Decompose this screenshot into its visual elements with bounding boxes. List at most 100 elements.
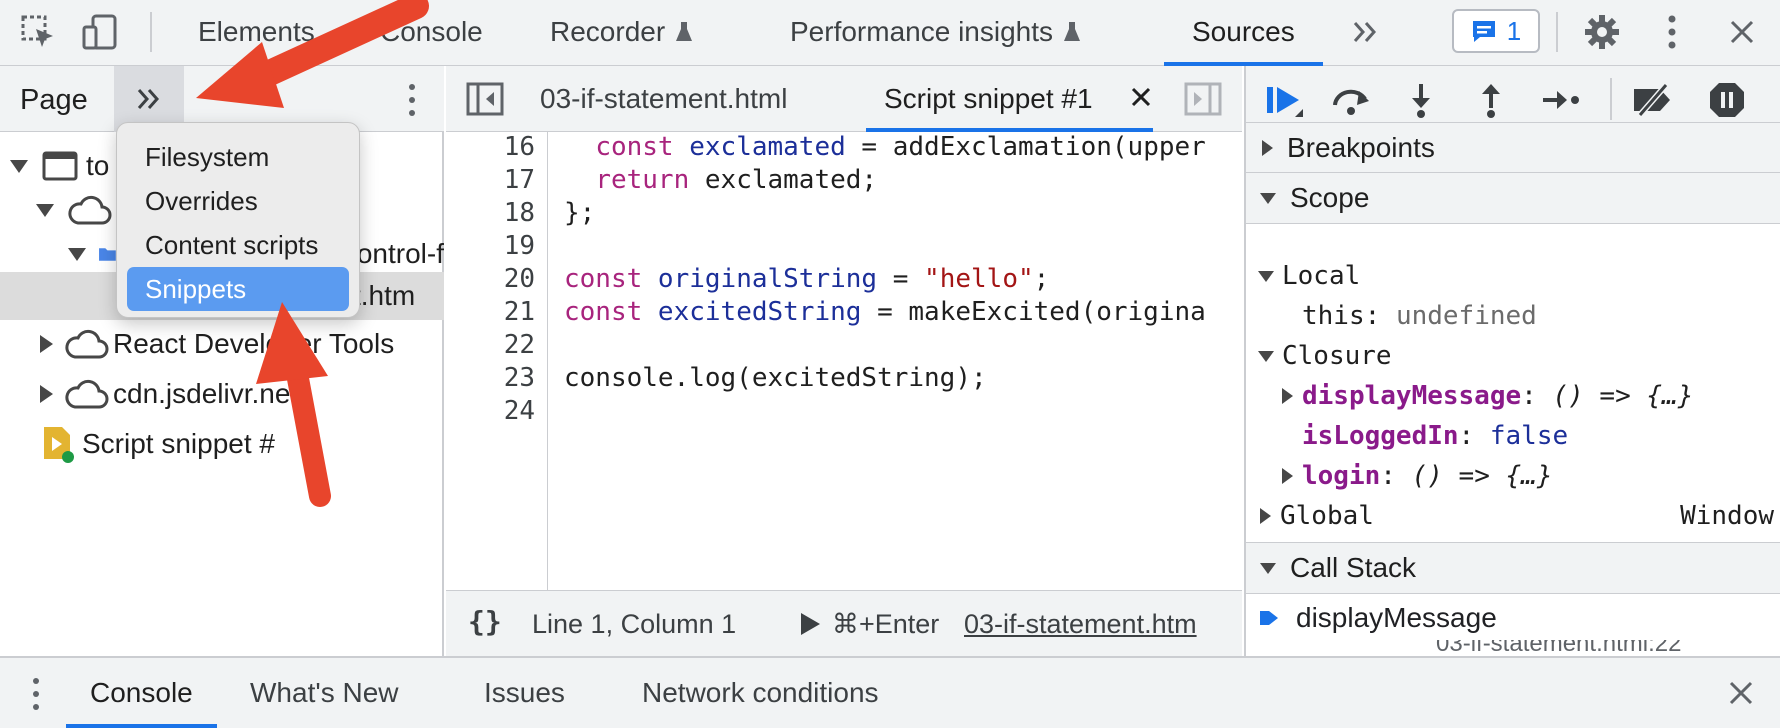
toolbar-separator: [150, 12, 152, 52]
drawer-tab-console[interactable]: Console: [66, 658, 217, 728]
snippet-file-icon: [44, 427, 74, 463]
scope-local[interactable]: Local: [1246, 256, 1780, 296]
debugger-sidebar: Breakpoints Scope Local this: undefined …: [1244, 66, 1780, 656]
inspect-element-icon[interactable]: [16, 12, 60, 52]
colon: :: [1521, 381, 1553, 411]
property-name: isLoggedIn: [1302, 421, 1459, 451]
code-line[interactable]: };: [564, 198, 595, 228]
menu-item-overrides[interactable]: Overrides: [117, 179, 359, 223]
code-token: return: [595, 165, 705, 195]
code-token: =: [877, 264, 925, 294]
settings-gear-icon[interactable]: [1580, 12, 1624, 52]
expand-triangle-icon: [1258, 350, 1274, 362]
closure-prop-login[interactable]: login: () => {…}: [1246, 456, 1780, 496]
tab-recorder-label: Recorder: [550, 16, 666, 47]
frame-name: displayMessage: [1296, 602, 1497, 633]
code-line[interactable]: const originalString = "hello";: [564, 264, 1049, 294]
scope-global[interactable]: Global Window: [1246, 496, 1780, 536]
navigator-kebab-icon[interactable]: [404, 80, 420, 120]
menu-item-snippets[interactable]: Snippets: [127, 267, 349, 311]
scope-label: Closure: [1282, 341, 1392, 371]
cursor-position: Line 1, Column 1: [532, 609, 737, 639]
deactivate-breakpoints-icon[interactable]: [1630, 78, 1676, 122]
tab-console[interactable]: Console: [380, 0, 483, 66]
property-name: login: [1302, 461, 1381, 491]
code-area[interactable]: const exclamated = addExclamation(upper …: [446, 66, 1242, 590]
collapsed-triangle-icon: [1282, 388, 1293, 404]
tree-row-script-snippet[interactable]: Script snippet #: [0, 420, 444, 468]
cloud-icon: [68, 195, 112, 225]
code-line[interactable]: return exclamated;: [564, 165, 877, 195]
property-value: () => {…}: [1552, 381, 1694, 411]
drawer-tab-network-conditions[interactable]: Network conditions: [642, 658, 879, 728]
cloud-icon: [65, 329, 109, 359]
code-line[interactable]: const excitedString = makeExcited(origin…: [564, 297, 1206, 327]
scope-this: this: undefined: [1246, 296, 1780, 336]
pretty-print-button[interactable]: {}: [468, 605, 502, 638]
tree-label: to: [86, 150, 110, 181]
expand-triangle-icon: [1260, 192, 1276, 204]
scope-pane-header[interactable]: Scope: [1246, 172, 1780, 224]
chevron-double-right-icon: [137, 89, 160, 109]
tree-label: ontrol-f: [356, 238, 444, 269]
step-into-icon[interactable]: [1398, 78, 1444, 122]
flask-icon: [676, 22, 693, 41]
drawer-tab-whats-new[interactable]: What's New: [250, 658, 399, 728]
property-name: displayMessage: [1302, 381, 1522, 411]
call-stack-pane-header[interactable]: Call Stack: [1246, 542, 1780, 594]
source-file-link[interactable]: 03-if-statement.htm: [964, 609, 1226, 640]
code-line[interactable]: const exclamated = addExclamation(upper: [564, 132, 1206, 162]
run-snippet-icon[interactable]: [798, 611, 822, 637]
tree-label: cdn.jsdelivr.net: [113, 378, 299, 409]
menu-item-content-scripts[interactable]: Content scripts: [117, 223, 359, 267]
navigator-overflow-menu: Filesystem Overrides Content scripts Sni…: [116, 122, 360, 318]
close-devtools-icon[interactable]: [1720, 12, 1764, 52]
code-editor-panel: 03-if-statement.html Script snippet #1 1…: [446, 66, 1242, 656]
drawer-menu-kebab-icon[interactable]: [30, 674, 42, 714]
issues-badge[interactable]: 1: [1452, 9, 1540, 53]
current-frame-arrow-icon: [1260, 611, 1278, 625]
tree-row-cdn[interactable]: cdn.jsdelivr.net: [0, 370, 444, 418]
customize-menu-kebab-icon[interactable]: [1650, 12, 1694, 52]
close-drawer-icon[interactable]: [1728, 680, 1754, 711]
colon: :: [1380, 461, 1412, 491]
toolbar-separator: [1610, 78, 1612, 120]
navigator-tab-page[interactable]: Page: [20, 66, 88, 134]
tree-label: Script snippet #: [82, 428, 275, 459]
pane-title: Call Stack: [1290, 552, 1417, 583]
devtools-main-toolbar: Elements Console Recorder Performance in…: [0, 0, 1780, 66]
tab-performance-insights[interactable]: Performance insights: [790, 0, 1081, 66]
call-stack-frame[interactable]: displayMessage: [1246, 596, 1780, 640]
code-token: console.log(excitedString);: [564, 363, 987, 393]
expand-triangle-icon: [36, 203, 54, 217]
menu-item-filesystem[interactable]: Filesystem: [117, 135, 359, 179]
code-token: ;: [1033, 264, 1050, 294]
pause-on-exceptions-icon[interactable]: [1704, 78, 1750, 122]
tab-elements[interactable]: Elements: [198, 0, 315, 66]
device-toolbar-icon[interactable]: [78, 12, 122, 52]
code-line[interactable]: console.log(excitedString);: [564, 363, 987, 393]
code-token: exclamated: [689, 132, 846, 162]
resume-execution-icon[interactable]: [1262, 78, 1308, 122]
closure-prop-displayMessage[interactable]: displayMessage: () => {…}: [1246, 376, 1780, 416]
run-shortcut-hint: ⌘+Enter: [832, 609, 940, 639]
drawer-tab-issues[interactable]: Issues: [484, 658, 565, 728]
code-token: };: [564, 198, 596, 228]
step-out-icon[interactable]: [1468, 78, 1514, 122]
frame-window-icon: [42, 151, 78, 181]
more-tabs-icon[interactable]: [1344, 12, 1388, 52]
step-over-icon[interactable]: [1328, 78, 1374, 122]
scope-closure[interactable]: Closure: [1246, 336, 1780, 376]
tab-recorder[interactable]: Recorder: [550, 0, 693, 66]
call-stack-frame-location[interactable]: 03-if-statement.html:22: [1436, 640, 1776, 656]
message-icon: [1472, 21, 1495, 42]
code-token: originalString: [657, 264, 878, 294]
expand-triangle-icon: [10, 159, 28, 173]
tree-row-react-devtools[interactable]: React Developer Tools: [0, 320, 444, 368]
step-icon[interactable]: [1538, 78, 1584, 122]
tab-sources[interactable]: Sources: [1164, 0, 1323, 66]
code-token: = addExclamation(upper: [845, 132, 1206, 162]
breakpoints-pane-header[interactable]: Breakpoints: [1246, 122, 1780, 174]
global-value: Window: [1680, 501, 1774, 531]
pane-title: Breakpoints: [1287, 132, 1435, 163]
